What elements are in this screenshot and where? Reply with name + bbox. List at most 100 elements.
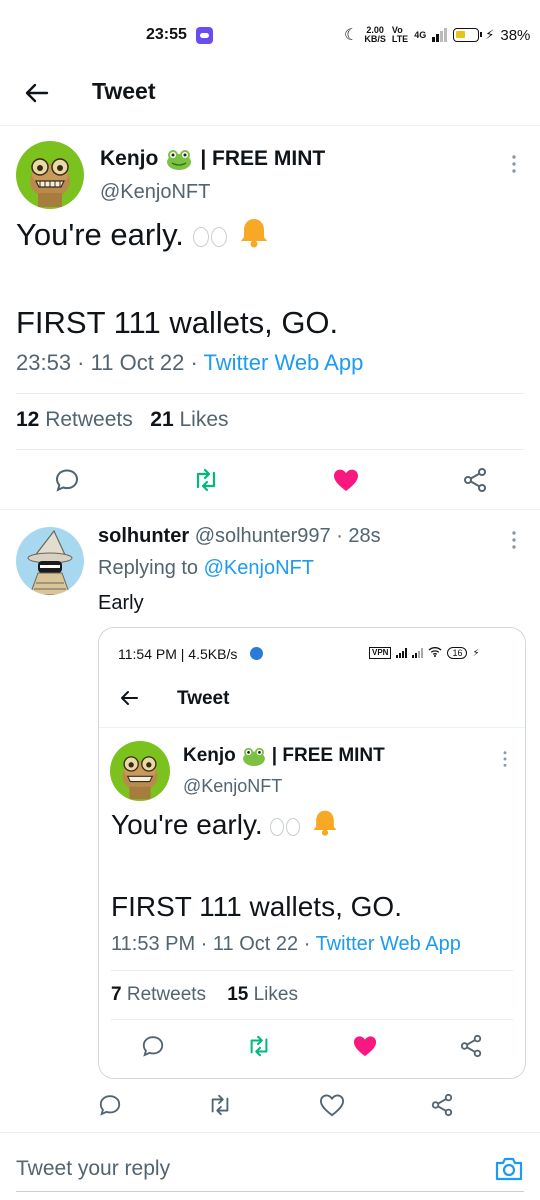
like-button[interactable] [332,467,360,493]
tweet-timestamp: 23:53 · 11 Oct 22 · Twitter Web App [16,350,364,375]
more-options-button[interactable] [510,154,518,174]
likes-label: Likes [179,408,229,431]
retweets-count: 12 [16,408,40,431]
embedded-name-suffix: | FREE MINT [271,745,385,766]
heart-icon [354,1036,377,1057]
reply-button[interactable] [54,467,80,493]
tweet-text-line2: FIRST 111 wallets, GO. [16,305,339,340]
reply-handle: @solhunter997 [194,525,331,547]
attached-screenshot[interactable]: 11:54 PM | 4.5KB/s VPN 16 ⚡ Tweet Kenjo … [98,627,526,1079]
author-handle[interactable]: @KenjoNFT [100,181,210,204]
embedded-vpn: VPN [369,647,392,659]
reply-age: 28s [348,525,381,547]
tweet-text: You're early. [16,216,271,258]
retweet-icon [250,1035,268,1057]
embedded-author-name: Kenjo | FREE MINT [183,745,385,767]
tweet-text-line1: You're early. [16,217,184,253]
embedded-battery: 16 [447,647,468,659]
eyes-emoji [192,219,229,255]
divider [16,449,524,450]
heart-outline-icon [319,1094,344,1117]
embedded-likes-label: Likes [253,984,298,1005]
share-icon [431,1093,453,1117]
camera-button[interactable] [494,1155,524,1183]
page-title: Tweet [92,78,156,104]
frog-emoji [166,148,192,170]
share-button[interactable] [462,467,488,493]
reply-icon [142,1036,164,1057]
reply-composer: Tweet your reply [0,1132,540,1200]
retweet-button[interactable] [192,467,220,493]
embedded-source: Twitter Web App [315,933,461,955]
wifi-icon [428,646,442,660]
charging-icon: ⚡ [485,27,495,42]
embedded-status-indicators: VPN 16 ⚡ [369,646,480,660]
reply-input[interactable]: Tweet your reply [16,1157,170,1181]
replying-to: Replying to @KenjoNFT [98,557,314,580]
divider [111,970,513,971]
moon-icon: ☾ [344,27,359,44]
reply-like-button[interactable] [319,1093,345,1117]
embedded-title: Tweet [177,688,230,709]
reply-reply-button[interactable] [98,1093,122,1117]
reply-author[interactable]: solhunter @solhunter997 · 28s [98,525,381,548]
signal-icon [396,648,408,658]
volte-indicator: Vo LTE [391,25,409,44]
likes-count: 21 [150,408,174,431]
tweet-source[interactable]: Twitter Web App [204,350,364,375]
embedded-tweet-text: You're early. [111,808,340,845]
embedded-actions [141,1034,483,1058]
reply-avatar[interactable] [16,527,84,595]
back-arrow-icon [121,691,138,705]
section-divider [0,509,540,510]
eyes-emoji [270,811,302,843]
reply-more-options-button[interactable] [510,530,518,550]
embedded-text-line1: You're early. [111,808,263,840]
embedded-status-time: 11:54 PM | 4.5KB/s [118,646,238,662]
divider [111,1019,513,1020]
embedded-time: 11:53 PM [111,933,196,955]
more-icon [512,531,516,549]
embedded-display-name: Kenjo [183,745,236,766]
reply-text: Early [98,592,144,614]
embedded-retweets-count: 7 [111,984,122,1005]
status-time: 23:55 [146,26,187,43]
retweet-icon [212,1094,229,1116]
camera-icon [495,1157,523,1181]
avatar[interactable] [16,141,84,209]
embedded-date: 11 Oct 22 [212,933,299,955]
back-button[interactable] [22,78,52,108]
back-arrow-icon [25,83,49,103]
retweets-label: Retweets [45,408,133,431]
tweet-actions [54,467,488,493]
reply-underline [16,1191,524,1192]
replying-to-handle[interactable]: @KenjoNFT [204,557,314,579]
tweet-date: 11 Oct 22 [90,350,185,375]
reply-share-button[interactable] [430,1093,454,1117]
retweet-icon [196,468,216,492]
replying-prefix: Replying to [98,557,199,579]
top-app-bar: Tweet [0,64,540,126]
reply-icon [99,1095,121,1116]
likes-stat[interactable]: 21 Likes [150,408,228,431]
embedded-avatar [110,741,170,801]
reply-retweet-button[interactable] [207,1093,233,1117]
frog-emoji [242,746,266,766]
app-notification-icon [196,27,213,44]
reply-actions [98,1093,454,1117]
battery-percent: 38% [500,26,531,44]
status-indicators: ☾ 2.00 KB/S Vo LTE 4G ⚡ 38% [344,25,530,45]
network-speed: 2.00 KB/S [364,25,386,44]
author-name[interactable]: Kenjo | FREE MINT [100,147,325,171]
charging-icon: ⚡ [472,647,480,659]
embedded-handle: @KenjoNFT [183,776,283,796]
embedded-retweets-label: Retweets [126,984,207,1005]
retweets-stat[interactable]: 12 Retweets [16,408,133,431]
tweet-time: 23:53 [16,350,72,375]
signal-icon [412,648,424,658]
heart-icon [334,469,358,491]
avatar-image [122,756,158,800]
tweet-stats: 12 Retweets 21 Likes [16,408,229,432]
embedded-app-icon [250,647,263,660]
status-bar: 23:55 ☾ 2.00 KB/S Vo LTE 4G ⚡ 38% [0,0,540,64]
